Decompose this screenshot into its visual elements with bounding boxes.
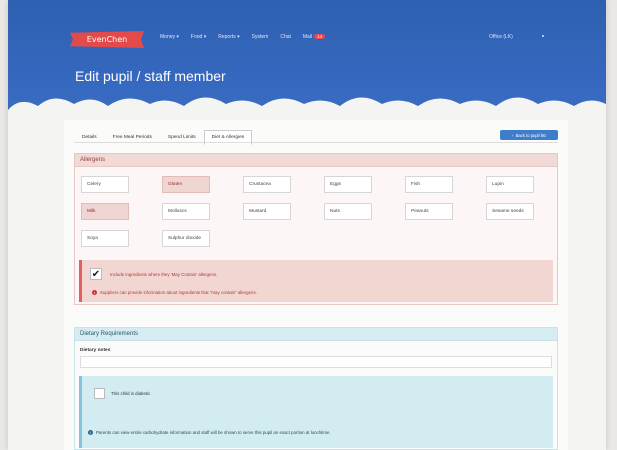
diabetic-row: This child is diabetic	[94, 388, 150, 399]
nav-chat[interactable]: Chat	[280, 34, 291, 40]
edit-form-card: Details Free Meal Periods Spend Limits D…	[64, 120, 568, 450]
allergen-milk[interactable]: Milk	[81, 203, 129, 220]
diabetic-checkbox[interactable]	[94, 388, 105, 399]
main-nav: Money ▾ Food ▾ Reports ▾ System Chat Mai…	[160, 34, 326, 40]
nav-money[interactable]: Money ▾	[160, 34, 179, 40]
allergen-peanuts[interactable]: Peanuts	[405, 203, 453, 220]
dietary-panel: Dietary Requirements Dietary notes This …	[74, 327, 558, 450]
dietary-notes-label: Dietary notes	[80, 348, 111, 353]
allergen-mustard[interactable]: Mustard	[243, 203, 291, 220]
diabetic-info: i Parents can view entire carbohydrate i…	[88, 430, 331, 435]
mail-count-badge: 14	[314, 34, 326, 39]
allergen-sesame-seeds[interactable]: Sesame seeds	[486, 203, 534, 220]
allergen-gluten[interactable]: Gluten	[162, 176, 210, 193]
allergen-molluscs[interactable]: Molluscs	[162, 203, 210, 220]
allergen-soya[interactable]: Soya	[81, 230, 129, 247]
back-to-pupil-list-button[interactable]: ‹ Back to pupil list	[500, 130, 558, 140]
allergen-fish[interactable]: Fish	[405, 176, 453, 193]
may-contain-box: ✔ Include ingredients where they 'May Co…	[79, 260, 553, 302]
nav-food[interactable]: Food ▾	[191, 34, 206, 40]
allergen-grid: Celery Gluten Crustacea Eggs Fish Lupin …	[81, 176, 534, 247]
checkmark-icon: ✔	[91, 268, 101, 280]
page-title: Edit pupil / staff member	[75, 68, 226, 84]
allergen-eggs[interactable]: Eggs	[324, 176, 372, 193]
allergen-lupin[interactable]: Lupin	[486, 176, 534, 193]
diabetic-label: This child is diabetic	[111, 391, 151, 396]
may-contain-row: ✔ Include ingredients where they 'May Co…	[90, 268, 217, 280]
allergen-celery[interactable]: Celery	[81, 176, 129, 193]
info-icon: i	[92, 290, 97, 295]
brand-logo[interactable]: EvenChen	[70, 31, 144, 48]
allergen-crustacea[interactable]: Crustacea	[243, 176, 291, 193]
allergens-heading: Allergens	[75, 154, 557, 167]
screenshot-frame: EvenChen Money ▾ Food ▾ Reports ▾ System…	[8, 0, 606, 450]
dietary-heading: Dietary Requirements	[75, 328, 557, 341]
nav-system[interactable]: System	[252, 34, 269, 40]
allergens-panel: Allergens Celery Gluten Crustacea Eggs F…	[74, 153, 558, 305]
nav-mail[interactable]: Mail 14	[303, 34, 326, 40]
allergen-nuts[interactable]: Nuts	[324, 203, 372, 220]
user-menu-dot[interactable]	[542, 35, 544, 37]
may-contain-info-text: Suppliers can provide information about …	[100, 290, 257, 295]
tab-underline	[74, 142, 558, 143]
may-contain-info: i Suppliers can provide information abou…	[92, 290, 257, 295]
diabetic-info-text: Parents can view entire carbohydrate inf…	[96, 430, 331, 435]
dietary-notes-input[interactable]	[80, 356, 552, 368]
may-contain-label: Include ingredients where they 'May Cont…	[110, 271, 218, 277]
info-icon: i	[88, 430, 93, 435]
nav-reports[interactable]: Reports ▾	[218, 34, 239, 40]
may-contain-checkbox[interactable]: ✔	[90, 268, 102, 280]
diabetic-box: This child is diabetic i Parents can vie…	[79, 376, 553, 448]
allergen-sulphur-dioxide[interactable]: Sulphur dioxide	[162, 230, 210, 247]
office-menu[interactable]: Office (LK)	[489, 34, 513, 40]
back-arrow-icon: ‹	[512, 132, 514, 138]
